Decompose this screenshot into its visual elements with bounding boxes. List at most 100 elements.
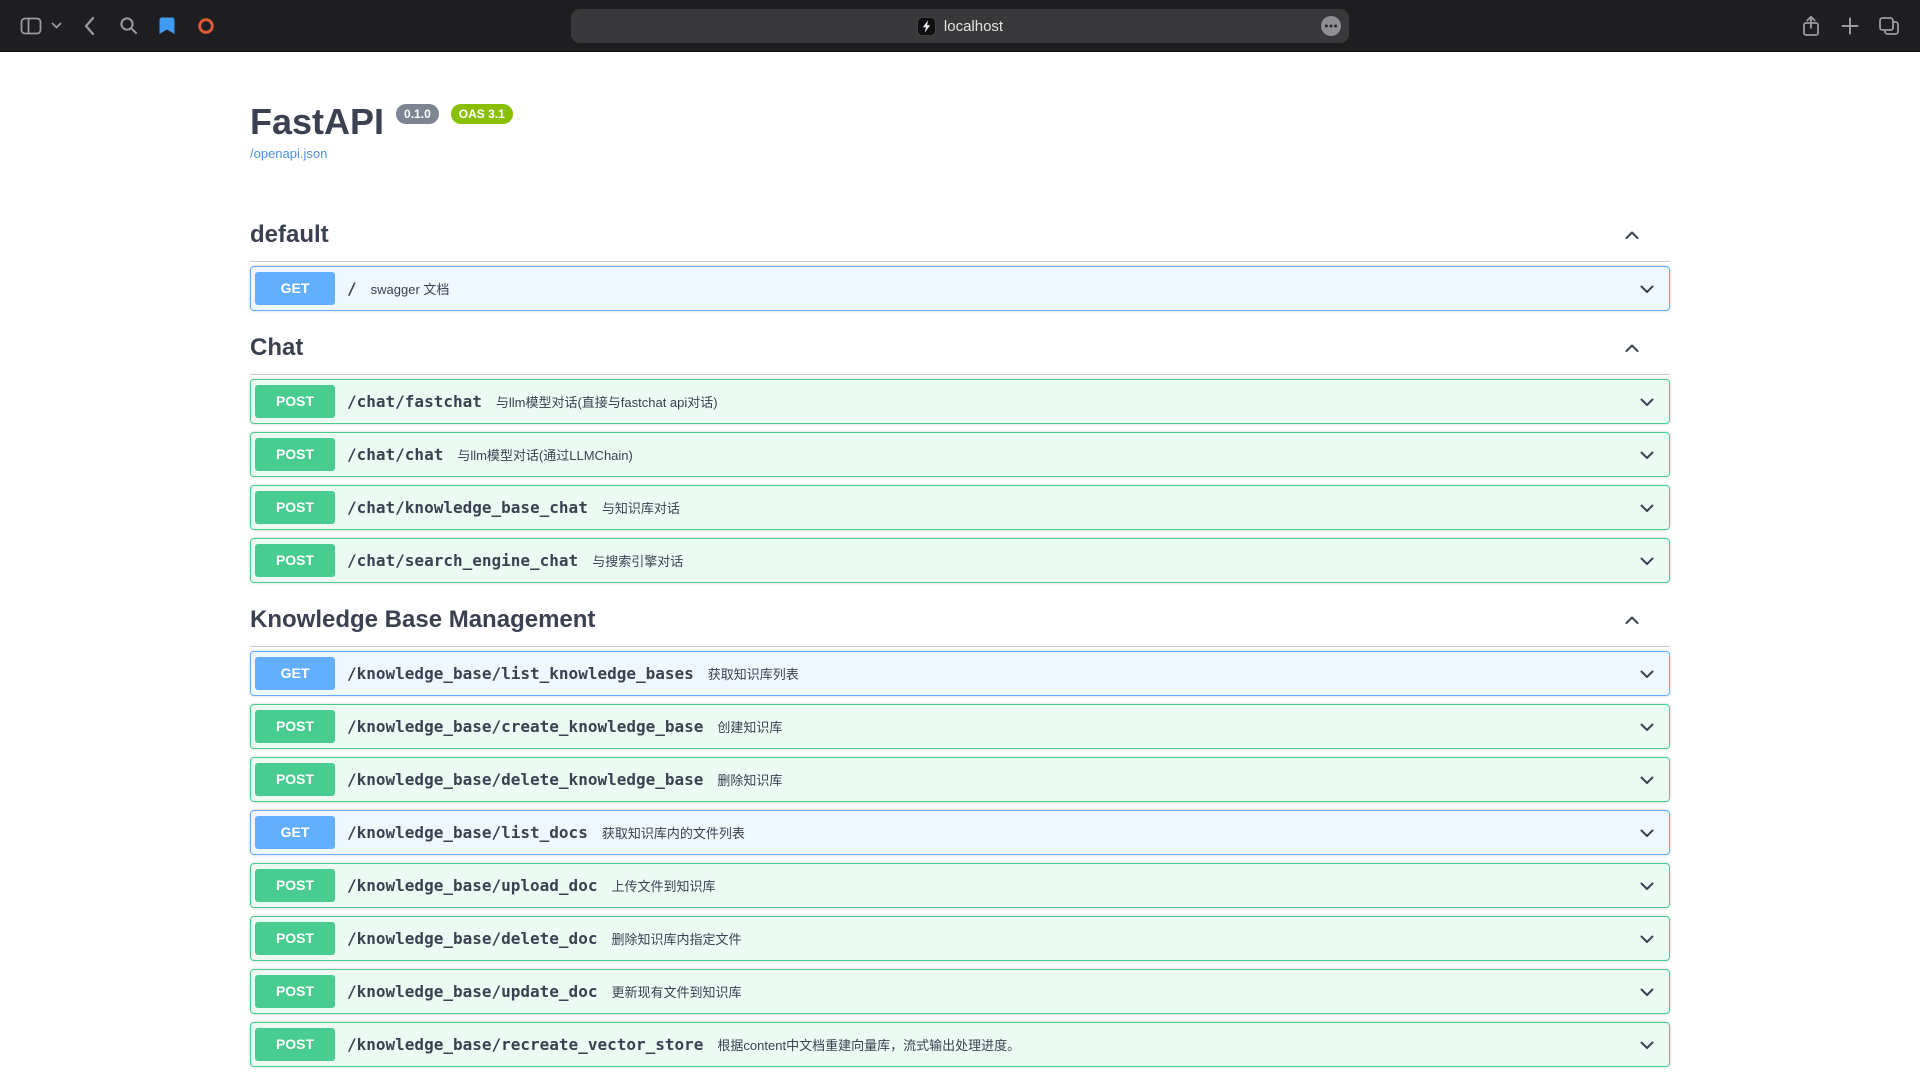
chevron-up-icon — [1622, 610, 1642, 630]
orange-extension-button[interactable] — [193, 13, 219, 39]
chevron-down-icon — [1637, 445, 1657, 465]
tag-header[interactable]: Chat — [250, 322, 1670, 375]
expand-endpoint-button[interactable] — [1637, 717, 1657, 737]
expand-endpoint-button[interactable] — [1637, 770, 1657, 790]
endpoint-row[interactable]: GET /knowledge_base/list_knowledge_bases… — [250, 651, 1670, 696]
tag-header[interactable]: Knowledge Base Management — [250, 594, 1670, 647]
version-badge: 0.1.0 — [396, 104, 439, 124]
expand-endpoint-button[interactable] — [1637, 664, 1657, 684]
page-menu-button[interactable] — [1320, 15, 1342, 37]
endpoint-path: /knowledge_base/list_docs — [347, 823, 588, 842]
chevron-down-icon — [1637, 982, 1657, 1002]
endpoint-row[interactable]: GET /knowledge_base/list_docs 获取知识库内的文件列… — [250, 810, 1670, 855]
blue-extension-button[interactable] — [154, 13, 180, 39]
search-button[interactable] — [115, 13, 141, 39]
endpoint-path: /knowledge_base/delete_doc — [347, 929, 597, 948]
plus-icon — [1841, 17, 1859, 35]
method-badge: POST — [255, 544, 335, 577]
chevron-down-icon — [1637, 1035, 1657, 1055]
api-tag-section: Chat POST /chat/fastchat 与llm模型对话(直接与fas… — [250, 322, 1670, 592]
openapi-spec-link[interactable]: /openapi.json — [250, 146, 327, 162]
back-button[interactable] — [76, 13, 102, 39]
method-badge: POST — [255, 763, 335, 796]
endpoint-row[interactable]: POST /chat/fastchat 与llm模型对话(直接与fastchat… — [250, 379, 1670, 424]
site-favicon-icon — [917, 17, 936, 36]
api-info: FastAPI 0.1.0 OAS 3.1 /openapi.json — [250, 52, 1670, 163]
oas-badge: OAS 3.1 — [451, 104, 513, 124]
endpoint-row[interactable]: POST /knowledge_base/update_doc 更新现有文件到知… — [250, 969, 1670, 1014]
endpoint-description: 根据content中文档重建向量库，流式输出处理进度。 — [717, 1035, 1020, 1054]
blue-bookmark-icon — [158, 16, 176, 36]
orange-ring-icon — [197, 17, 215, 35]
endpoint-row[interactable]: POST /knowledge_base/create_knowledge_ba… — [250, 704, 1670, 749]
expand-endpoint-button[interactable] — [1637, 551, 1657, 571]
url-text: localhost — [944, 18, 1003, 35]
collapse-section-button[interactable] — [1622, 610, 1642, 630]
endpoint-row[interactable]: POST /chat/knowledge_base_chat 与知识库对话 — [250, 485, 1670, 530]
toolbar-left-group — [18, 13, 219, 39]
endpoint-path: /knowledge_base/upload_doc — [347, 876, 597, 895]
chevron-down-icon — [1637, 664, 1657, 684]
expand-endpoint-button[interactable] — [1637, 392, 1657, 412]
chevron-down-icon — [1637, 717, 1657, 737]
endpoint-description: 与llm模型对话(通过LLMChain) — [457, 445, 633, 464]
method-badge: GET — [255, 272, 335, 305]
chevron-down-icon — [1637, 551, 1657, 571]
chevron-up-icon — [1622, 225, 1642, 245]
sidebar-menu-chevron-button[interactable] — [49, 13, 63, 39]
back-chevron-icon — [83, 16, 95, 36]
endpoint-description: 删除知识库 — [717, 770, 782, 789]
endpoint-row[interactable]: GET / swagger 文档 — [250, 266, 1670, 311]
method-badge: GET — [255, 816, 335, 849]
endpoint-description: 获取知识库内的文件列表 — [602, 823, 745, 842]
chevron-down-icon — [1637, 392, 1657, 412]
expand-endpoint-button[interactable] — [1637, 445, 1657, 465]
collapse-section-button[interactable] — [1622, 338, 1642, 358]
expand-endpoint-button[interactable] — [1637, 823, 1657, 843]
endpoint-row[interactable]: POST /knowledge_base/upload_doc 上传文件到知识库 — [250, 863, 1670, 908]
tag-name: Chat — [250, 334, 303, 362]
endpoint-path: /knowledge_base/create_knowledge_base — [347, 717, 703, 736]
method-badge: POST — [255, 975, 335, 1008]
sidebar-icon — [20, 16, 42, 36]
method-badge: POST — [255, 1028, 335, 1061]
tag-name: default — [250, 221, 329, 249]
endpoint-path: / — [347, 279, 357, 298]
method-badge: POST — [255, 922, 335, 955]
endpoint-row[interactable]: POST /chat/search_engine_chat 与搜索引擎对话 — [250, 538, 1670, 583]
endpoint-description: 与搜索引擎对话 — [592, 551, 683, 570]
chevron-down-icon — [1637, 279, 1657, 299]
share-button[interactable] — [1798, 13, 1824, 39]
endpoint-description: 删除知识库内指定文件 — [611, 929, 741, 948]
api-tag-section: Knowledge Base Management GET /knowledge… — [250, 594, 1670, 1076]
expand-endpoint-button[interactable] — [1637, 929, 1657, 949]
expand-endpoint-button[interactable] — [1637, 279, 1657, 299]
tag-name: Knowledge Base Management — [250, 606, 595, 634]
collapse-section-button[interactable] — [1622, 225, 1642, 245]
endpoint-row[interactable]: POST /knowledge_base/delete_knowledge_ba… — [250, 757, 1670, 802]
expand-endpoint-button[interactable] — [1637, 876, 1657, 896]
endpoint-description: 与llm模型对话(直接与fastchat api对话) — [496, 392, 718, 411]
address-bar[interactable]: localhost — [571, 9, 1349, 43]
endpoint-list: GET /knowledge_base/list_knowledge_bases… — [250, 647, 1670, 1076]
tag-header[interactable]: default — [250, 209, 1670, 262]
method-badge: POST — [255, 438, 335, 471]
tab-overview-button[interactable] — [1876, 13, 1902, 39]
endpoint-path: /chat/chat — [347, 445, 443, 464]
expand-endpoint-button[interactable] — [1637, 1035, 1657, 1055]
expand-endpoint-button[interactable] — [1637, 982, 1657, 1002]
endpoint-list: POST /chat/fastchat 与llm模型对话(直接与fastchat… — [250, 375, 1670, 592]
endpoint-path: /chat/fastchat — [347, 392, 482, 411]
endpoint-row[interactable]: POST /knowledge_base/delete_doc 删除知识库内指定… — [250, 916, 1670, 961]
sidebar-toggle-button[interactable] — [18, 13, 44, 39]
browser-toolbar: localhost — [0, 0, 1920, 52]
endpoint-row[interactable]: POST /knowledge_base/recreate_vector_sto… — [250, 1022, 1670, 1067]
endpoint-row[interactable]: POST /chat/chat 与llm模型对话(通过LLMChain) — [250, 432, 1670, 477]
method-badge: POST — [255, 869, 335, 902]
endpoint-description: 获取知识库列表 — [708, 664, 799, 683]
endpoint-description: 创建知识库 — [717, 717, 782, 736]
endpoint-path: /knowledge_base/delete_knowledge_base — [347, 770, 703, 789]
new-tab-button[interactable] — [1837, 13, 1863, 39]
expand-endpoint-button[interactable] — [1637, 498, 1657, 518]
chevron-down-icon — [1637, 770, 1657, 790]
